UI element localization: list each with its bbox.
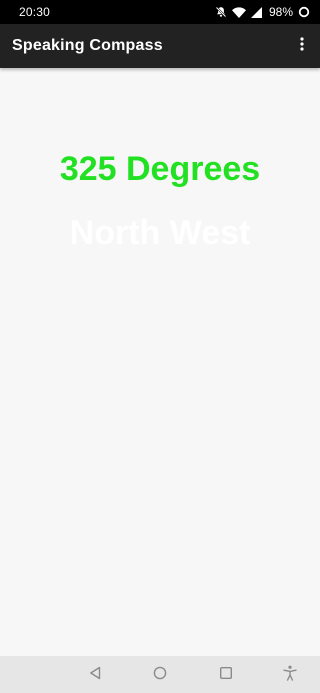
degrees-text: 325 Degrees bbox=[59, 150, 261, 188]
notifications-off-icon bbox=[215, 6, 227, 18]
home-button[interactable] bbox=[149, 664, 171, 686]
compass-content: 325 Degrees North West bbox=[0, 68, 320, 656]
status-icons: 98% bbox=[215, 5, 310, 19]
battery-ring-icon bbox=[298, 6, 310, 18]
accessibility-icon bbox=[283, 665, 297, 686]
cell-signal-icon bbox=[250, 6, 262, 18]
battery-percentage: 98% bbox=[268, 5, 293, 19]
more-options-button[interactable] bbox=[292, 31, 312, 61]
wifi-icon bbox=[231, 6, 246, 18]
accessibility-button[interactable] bbox=[279, 664, 301, 686]
more-vert-icon bbox=[300, 36, 304, 56]
direction-text: North West bbox=[69, 214, 251, 252]
navigation-bar bbox=[0, 656, 320, 693]
app-title: Speaking Compass bbox=[12, 37, 163, 54]
recents-button[interactable] bbox=[215, 664, 237, 686]
status-bar: 20:30 98% bbox=[0, 0, 320, 24]
home-icon bbox=[153, 666, 167, 685]
status-time: 20:30 bbox=[19, 5, 51, 19]
app-bar: Speaking Compass bbox=[0, 24, 320, 68]
recents-icon bbox=[219, 666, 233, 685]
back-button[interactable] bbox=[84, 664, 106, 686]
back-icon bbox=[89, 666, 101, 685]
